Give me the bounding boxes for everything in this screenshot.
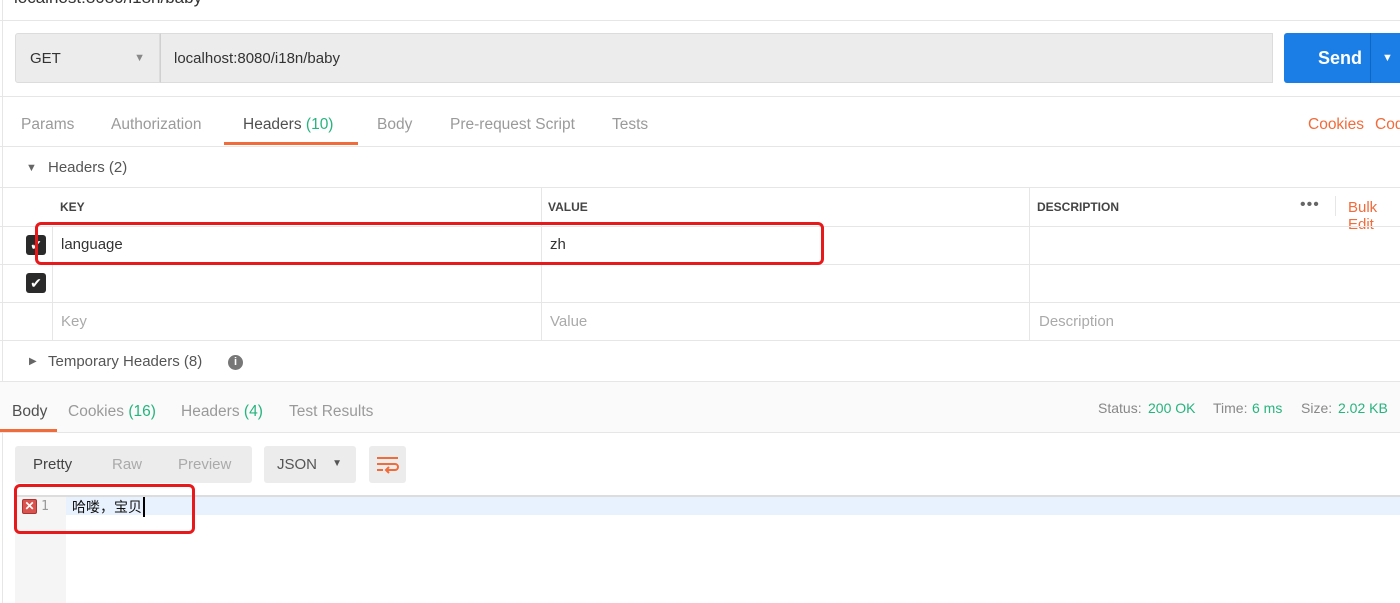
url-input[interactable]: localhost:8080/i18n/baby	[160, 33, 1273, 83]
tab-label: Headers	[243, 116, 302, 133]
divider	[1029, 187, 1030, 340]
status-value: 200 OK	[1148, 400, 1196, 416]
caret-right-icon[interactable]: ▶	[29, 356, 37, 367]
response-tab-cookies[interactable]: Cookies (16)	[68, 403, 156, 421]
time-label: Time:	[1213, 400, 1248, 416]
divider	[0, 302, 1400, 303]
window-title: localhost:8080/i18n/baby	[14, 0, 202, 8]
caret-down-icon[interactable]: ▼	[1382, 52, 1393, 64]
time-value: 6 ms	[1252, 400, 1283, 416]
section-count: (8)	[183, 353, 203, 370]
view-raw-button[interactable]: Raw	[112, 456, 142, 473]
divider	[0, 146, 1400, 147]
active-tab-indicator	[0, 429, 57, 432]
annotation-highlight	[14, 484, 195, 534]
size-label: Size:	[1301, 400, 1333, 416]
info-icon[interactable]: i	[228, 355, 243, 370]
headers-section-toggle[interactable]: Headers (2)	[48, 159, 127, 176]
send-label: Send	[1318, 47, 1363, 68]
new-value-input[interactable]: Value	[550, 313, 587, 330]
divider	[0, 340, 1400, 341]
url-value: localhost:8080/i18n/baby	[174, 49, 340, 67]
view-mode-group: Pretty Raw Preview	[15, 446, 252, 483]
temporary-headers-toggle[interactable]: Temporary Headers (8)	[48, 353, 202, 370]
tab-pre-request-script[interactable]: Pre-request Script	[450, 116, 575, 134]
divider	[0, 187, 1400, 188]
wrap-icon	[377, 457, 399, 474]
divider	[0, 96, 1400, 97]
more-options-icon[interactable]: •••	[1300, 196, 1320, 214]
response-tab-test-results[interactable]: Test Results	[289, 403, 373, 421]
view-preview-button[interactable]: Preview	[178, 456, 231, 473]
format-value: JSON	[277, 456, 318, 473]
divider	[1370, 33, 1371, 83]
tab-body[interactable]: Body	[377, 116, 412, 134]
method-select[interactable]: GET ▼	[15, 33, 160, 83]
tab-label: Cookies	[68, 403, 124, 420]
wrap-lines-button[interactable]	[369, 446, 406, 483]
column-header-value: VALUE	[548, 200, 588, 214]
caret-down-icon[interactable]: ▼	[26, 162, 37, 174]
method-value: GET	[30, 49, 61, 67]
status-label: Status:	[1098, 400, 1142, 416]
tab-count: (4)	[243, 403, 263, 420]
bulk-edit-link[interactable]: Bulk Edit	[1348, 199, 1400, 233]
tab-tests[interactable]: Tests	[612, 116, 648, 134]
divider	[1335, 196, 1336, 216]
size-value: 2.02 KB	[1338, 400, 1388, 416]
tab-params[interactable]: Params	[21, 116, 74, 134]
code-link[interactable]: Code	[1375, 116, 1400, 134]
column-header-key: KEY	[60, 200, 85, 214]
tab-count: (10)	[305, 116, 334, 133]
response-tab-body[interactable]: Body	[12, 403, 47, 421]
section-count: (2)	[108, 159, 128, 176]
caret-down-icon: ▼	[134, 52, 145, 64]
annotation-highlight	[35, 222, 824, 265]
new-key-input[interactable]: Key	[61, 313, 87, 330]
active-tab-indicator	[224, 142, 358, 145]
header-row-checkbox[interactable]: ✔	[26, 273, 46, 293]
section-title: Temporary Headers	[48, 353, 180, 370]
section-title: Headers	[48, 159, 105, 176]
column-header-description: DESCRIPTION	[1037, 200, 1120, 214]
tab-count: (16)	[128, 403, 156, 420]
tab-headers[interactable]: Headers (10)	[243, 116, 333, 134]
tab-authorization[interactable]: Authorization	[111, 116, 201, 134]
tab-label: Headers	[181, 403, 240, 420]
active-line-highlight	[66, 497, 1400, 515]
caret-down-icon: ▼	[332, 458, 342, 469]
divider	[0, 20, 1400, 21]
send-button[interactable]: Send ▼	[1284, 33, 1400, 83]
cookies-link[interactable]: Cookies	[1308, 116, 1364, 134]
new-description-input[interactable]: Description	[1039, 313, 1114, 330]
format-select[interactable]: JSON ▼	[264, 446, 356, 483]
response-tab-headers[interactable]: Headers (4)	[181, 403, 263, 421]
view-pretty-button[interactable]: Pretty	[33, 456, 72, 473]
